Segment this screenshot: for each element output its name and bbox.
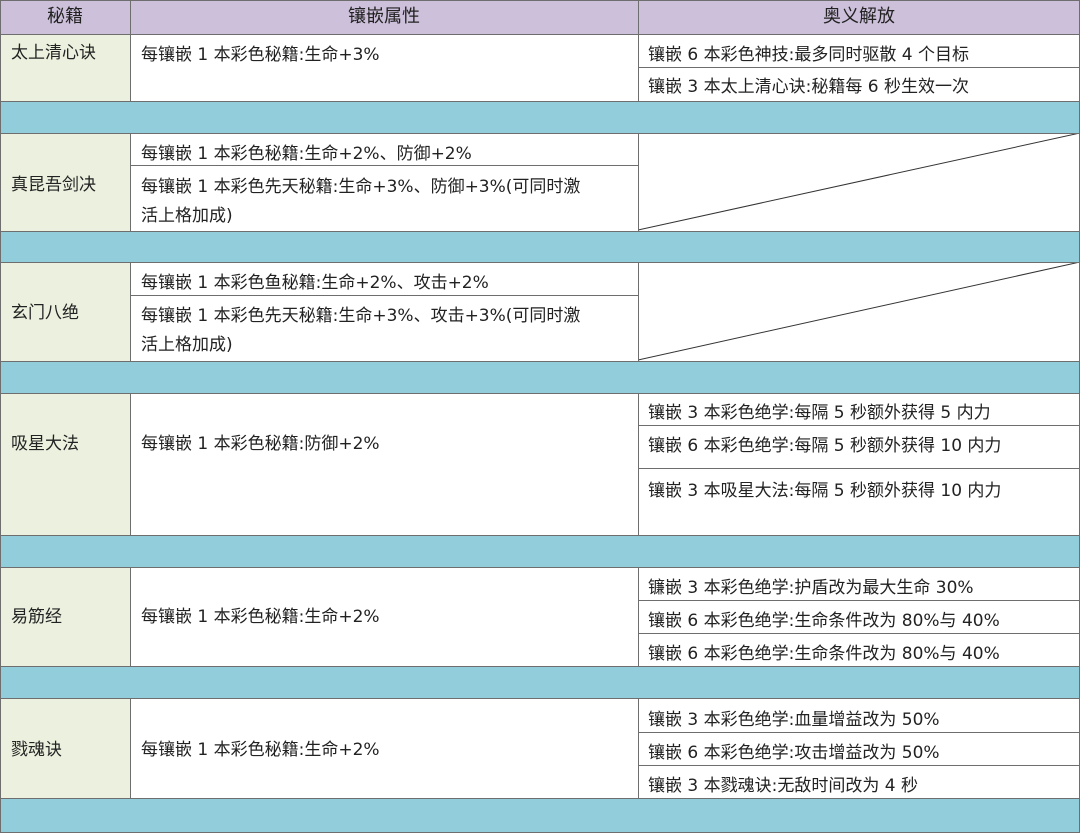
- table-border: [0, 0, 1080, 833]
- table: 秘籍 镶嵌属性 奥义解放 太上清心诀 每镶嵌 1 本彩色秘籍:生命+3% 镶嵌 …: [0, 0, 1080, 833]
